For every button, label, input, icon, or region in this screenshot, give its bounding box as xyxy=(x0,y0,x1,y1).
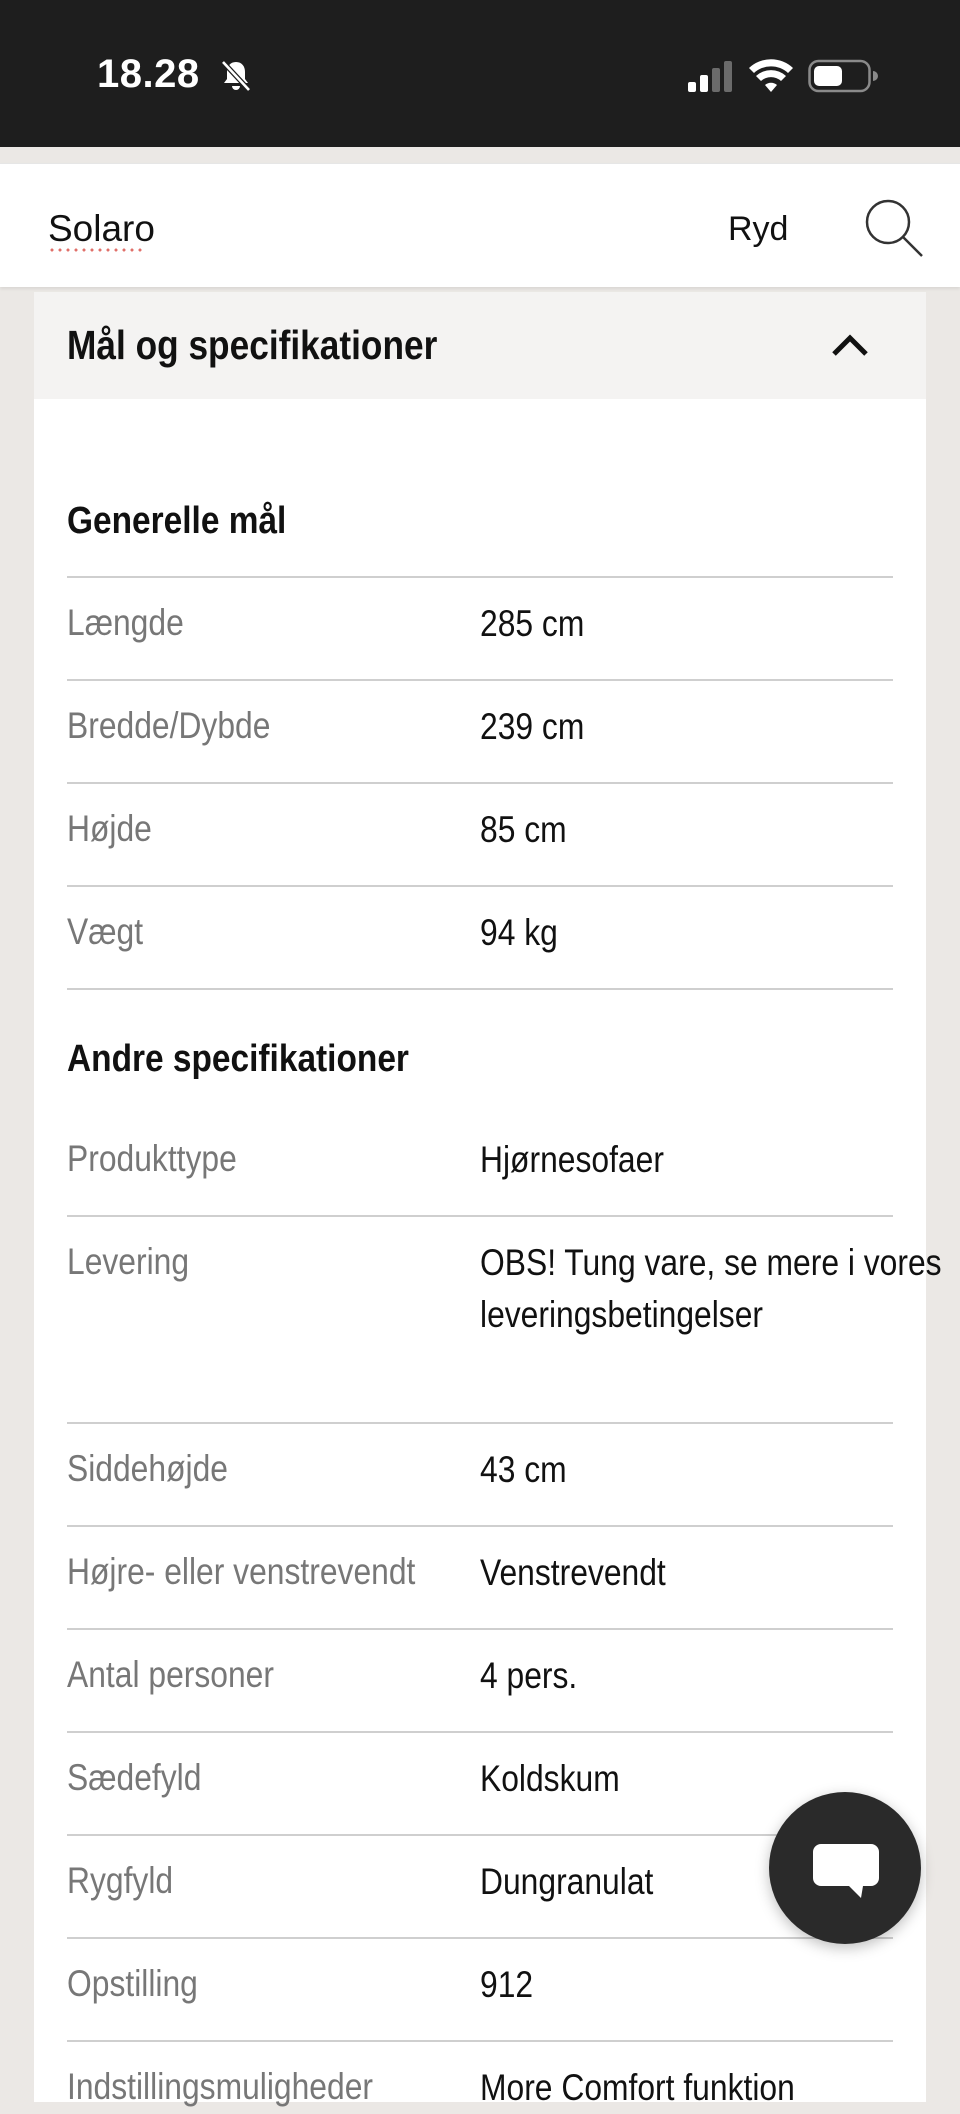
search-icon[interactable] xyxy=(862,196,924,258)
spec-value: 239 cm xyxy=(480,706,585,747)
spec-value: 4 pers. xyxy=(480,1655,578,1696)
spec-value: OBS! Tung vare, se mere i vores levering… xyxy=(480,1242,942,1335)
section-title-other: Andre specifikationer xyxy=(67,1038,409,1080)
spec-row: Produkttype Hjørnesofaer xyxy=(67,1114,893,1216)
spec-value: 285 cm xyxy=(480,603,585,644)
spec-value: 85 cm xyxy=(480,809,567,850)
divider xyxy=(67,988,893,990)
status-bar: 18.28 xyxy=(0,0,960,147)
spec-row: Højre- eller venstrevendt Venstrevendt xyxy=(67,1527,893,1629)
spec-label: Antal personer xyxy=(67,1654,274,1695)
spec-label: Siddehøjde xyxy=(67,1448,228,1489)
chevron-up-icon[interactable] xyxy=(828,330,872,360)
spec-row: Levering OBS! Tung vare, se mere i vores… xyxy=(67,1217,942,1423)
spec-row: Opstilling 912 xyxy=(67,1939,893,2041)
chat-bubble-icon xyxy=(813,1844,879,1898)
chat-button[interactable] xyxy=(769,1792,921,1944)
spec-row: Rygfyld Dungranulat xyxy=(67,1836,893,1938)
spec-value: 43 cm xyxy=(480,1449,567,1490)
spec-value: More Comfort funktion xyxy=(480,2067,795,2108)
section-title-general: Generelle mål xyxy=(67,500,287,542)
spec-row: Sædefyld Koldskum xyxy=(67,1733,893,1835)
signal-icon xyxy=(688,61,732,92)
spec-label: Levering xyxy=(67,1241,190,1282)
bell-slash-icon xyxy=(221,60,251,92)
spec-label: Rygfyld xyxy=(67,1860,174,1901)
spec-label: Produkttype xyxy=(67,1138,237,1179)
spec-label: Højde xyxy=(67,808,152,849)
spec-label: Højre- eller venstrevendt xyxy=(67,1551,416,1592)
spec-row: Bredde/Dybde 239 cm xyxy=(67,681,893,783)
spec-label: Længde xyxy=(67,602,184,643)
spec-row: Siddehøjde 43 cm xyxy=(67,1424,893,1526)
spec-label: Indstillingsmuligheder xyxy=(67,2066,373,2107)
clear-button[interactable]: Ryd xyxy=(728,210,788,249)
wifi-icon xyxy=(749,59,793,92)
battery-icon xyxy=(808,59,878,93)
spec-label: Bredde/Dybde xyxy=(67,705,271,746)
spellcheck-underline xyxy=(48,248,144,252)
status-time: 18.28 xyxy=(97,52,200,96)
spec-value: 94 kg xyxy=(480,912,558,953)
card-title: Mål og specifikationer xyxy=(67,322,438,368)
spec-value: Hjørnesofaer xyxy=(480,1139,664,1180)
spec-value: Venstrevendt xyxy=(480,1552,666,1593)
spec-value: 912 xyxy=(480,1964,534,2005)
spec-label: Vægt xyxy=(67,911,144,952)
spec-row: Antal personer 4 pers. xyxy=(67,1630,893,1732)
spec-row: Indstillingsmuligheder More Comfort funk… xyxy=(67,2042,893,2108)
search-input[interactable]: Solaro xyxy=(48,208,155,250)
spec-row: Længde 285 cm xyxy=(67,578,893,680)
search-bar: Solaro Ryd xyxy=(0,163,960,287)
spec-row: Vægt 94 kg xyxy=(67,887,893,989)
spec-label: Sædefyld xyxy=(67,1757,202,1798)
accordion-header[interactable]: Mål og specifikationer xyxy=(34,292,926,399)
spec-row: Højde 85 cm xyxy=(67,784,893,886)
spec-label: Opstilling xyxy=(67,1963,198,2004)
